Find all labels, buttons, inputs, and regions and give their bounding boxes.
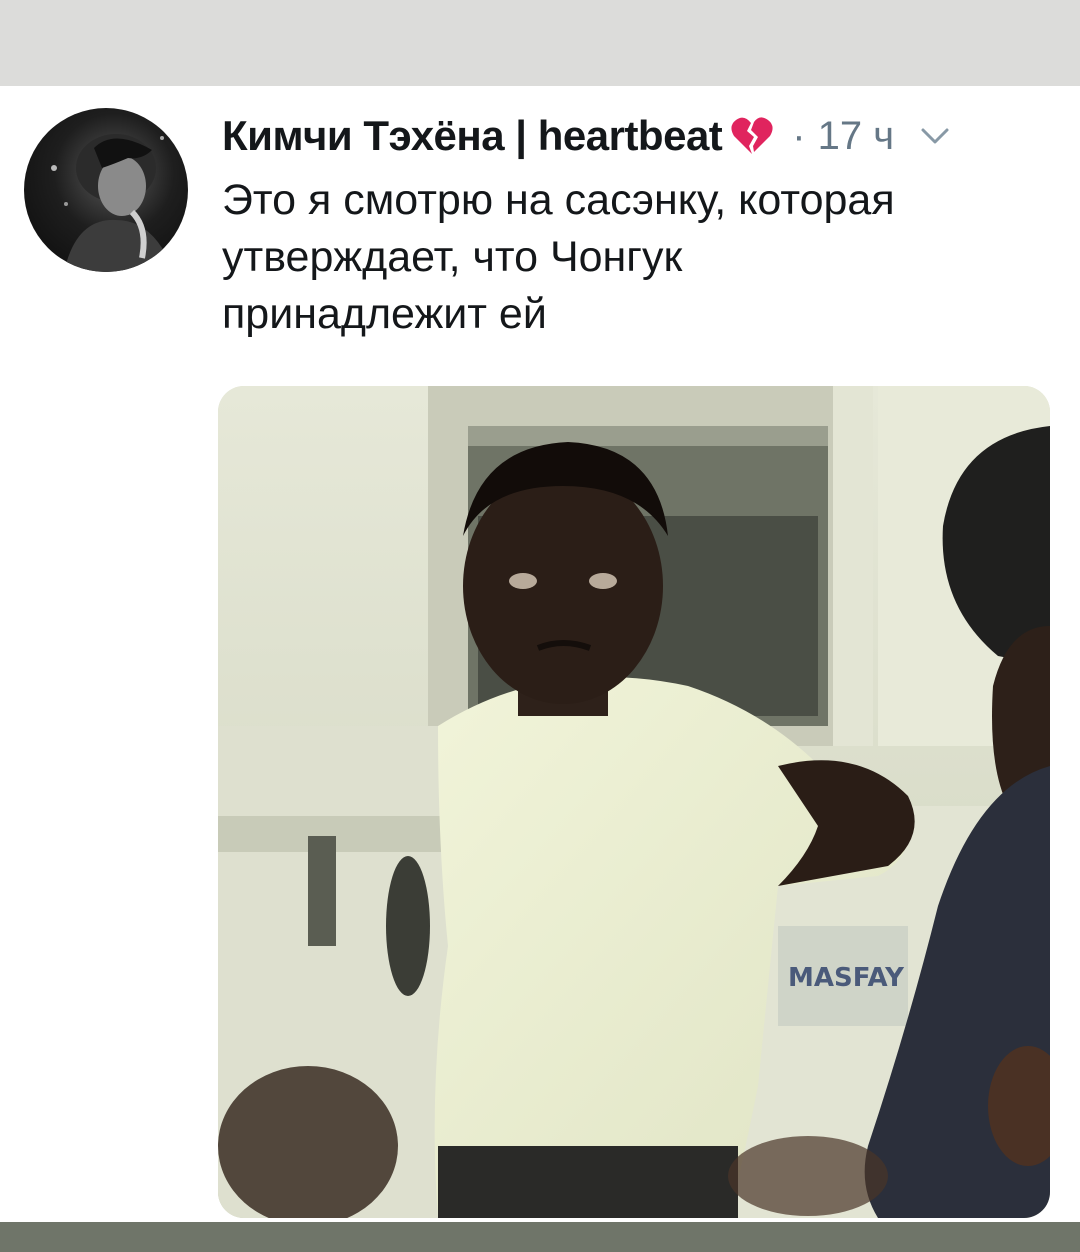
timestamp[interactable]: 17 ч <box>818 114 894 159</box>
broken-heart-icon <box>730 116 774 156</box>
tweet-media-image[interactable]: MASFAY <box>218 386 1050 1218</box>
freezer-brand-label: MASFAY <box>788 963 905 993</box>
top-bar <box>0 0 1080 86</box>
chevron-down-icon[interactable] <box>920 126 950 146</box>
bottom-bar <box>0 1222 1080 1252</box>
avatar[interactable] <box>24 108 188 272</box>
tweet-text: Это я смотрю на сасэнку, которая утвержд… <box>222 172 1022 343</box>
tweet-text-line: утверждает, что Чонгук <box>222 233 683 281</box>
tweet-text-line: принадлежит ей <box>222 290 547 338</box>
author-name[interactable]: Кимчи Тэхёна | heartbeat <box>222 112 723 160</box>
tweet-text-line: Это я смотрю на сасэнку, которая <box>222 176 895 224</box>
tweet-header: Кимчи Тэхёна | heartbeat · 17 ч <box>222 108 950 164</box>
tweet-card[interactable]: Кимчи Тэхёна | heartbeat · 17 ч Это я см… <box>0 86 1080 1222</box>
meta-separator: · <box>792 113 806 158</box>
